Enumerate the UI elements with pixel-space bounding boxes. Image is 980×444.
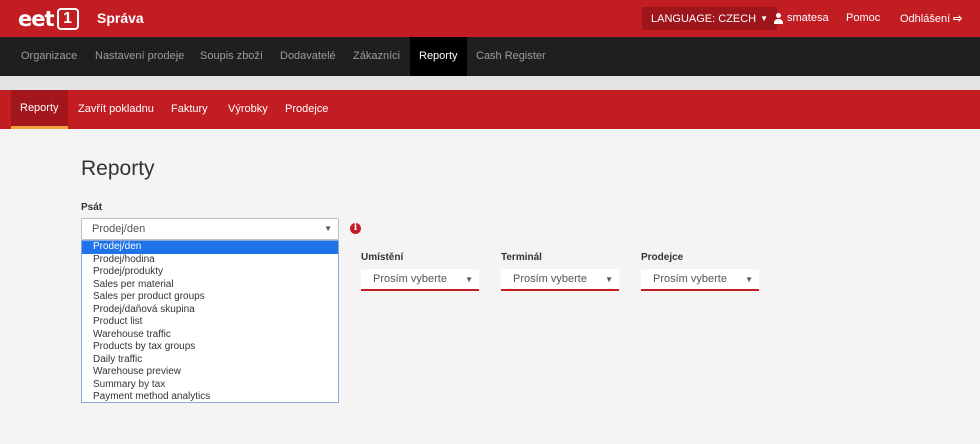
eet-logo[interactable]: eet 1	[18, 6, 79, 31]
report-type-value: Prodej/den	[92, 223, 146, 235]
logo-number: 1	[56, 7, 79, 30]
chevron-down-icon: ▼	[324, 224, 332, 233]
dropdown-option[interactable]: Warehouse traffic	[82, 329, 338, 342]
user-name: smatesa	[787, 12, 829, 24]
page-title: Reporty	[81, 157, 155, 180]
sub-nav: Reporty Zavřít pokladnu Faktury Výrobky …	[0, 90, 980, 129]
seller-value: Prosím vyberte	[653, 273, 727, 285]
dropdown-option[interactable]: Prodej/hodina	[82, 254, 338, 267]
psat-label: Psát	[81, 202, 103, 213]
subnav-item-zavrit-pokladnu[interactable]: Zavřít pokladnu	[69, 90, 163, 129]
dropdown-option[interactable]: Sales per material	[82, 279, 338, 292]
user-icon	[773, 12, 784, 24]
chevron-down-icon: ▼	[605, 275, 613, 284]
main-nav: Organizace Nastavení prodeje Soupis zbož…	[0, 37, 980, 76]
subnav-item-vyrobky[interactable]: Výrobky	[219, 90, 277, 129]
nav-item-zakaznici[interactable]: Zákazníci	[346, 37, 407, 76]
language-label: LANGUAGE: CZECH	[651, 12, 757, 25]
terminal-select[interactable]: Prosím vyberte ▼	[501, 269, 619, 291]
chevron-down-icon: ▼	[760, 14, 769, 23]
logo-text: eet	[18, 6, 55, 31]
location-select[interactable]: Prosím vyberte ▼	[361, 269, 479, 291]
chevron-down-icon: ▼	[745, 275, 753, 284]
report-type-select[interactable]: Prodej/den ▼	[81, 218, 339, 240]
subnav-item-prodejce[interactable]: Prodejce	[276, 90, 337, 129]
terminal-label: Terminál	[501, 252, 542, 263]
location-label: Umístění	[361, 252, 404, 263]
dropdown-option[interactable]: Prodej/den	[82, 241, 338, 254]
dropdown-option[interactable]: Products by tax groups	[82, 341, 338, 354]
help-link[interactable]: Pomoc	[846, 12, 880, 24]
subnav-item-reporty[interactable]: Reporty	[11, 90, 68, 129]
nav-item-reporty[interactable]: Reporty	[410, 37, 467, 76]
terminal-value: Prosím vyberte	[513, 273, 587, 285]
info-icon[interactable]: i	[350, 223, 361, 234]
location-value: Prosím vyberte	[373, 273, 447, 285]
logout-label: Odhlášení	[900, 12, 951, 25]
seller-select[interactable]: Prosím vyberte ▼	[641, 269, 759, 291]
dropdown-option[interactable]: Prodej/produkty	[82, 266, 338, 279]
dropdown-option[interactable]: Warehouse preview	[82, 366, 338, 379]
dropdown-option[interactable]: Payment method analytics	[82, 391, 338, 404]
seller-label: Prodejce	[641, 252, 684, 263]
divider-strip	[0, 76, 980, 90]
app-title: Správa	[97, 10, 144, 26]
dropdown-option[interactable]: Summary by tax	[82, 379, 338, 392]
subnav-item-faktury[interactable]: Faktury	[162, 90, 217, 129]
chevron-down-icon: ▼	[465, 275, 473, 284]
language-dropdown[interactable]: LANGUAGE: CZECH ▼	[642, 7, 778, 30]
nav-item-dodavatele[interactable]: Dodavatelé	[273, 37, 343, 76]
dropdown-option[interactable]: Sales per product groups	[82, 291, 338, 304]
logout-icon: ⇨	[953, 13, 963, 25]
dropdown-option[interactable]: Daily traffic	[82, 354, 338, 367]
nav-item-soupis-zbozi[interactable]: Soupis zboží	[193, 37, 270, 76]
dropdown-option[interactable]: Product list	[82, 316, 338, 329]
dropdown-option[interactable]: Prodej/daňová skupina	[82, 304, 338, 317]
logout-link[interactable]: Odhlášení ⇨	[900, 12, 963, 26]
report-type-dropdown-list: Prodej/den Prodej/hodina Prodej/produkty…	[81, 240, 339, 403]
nav-item-cash-register[interactable]: Cash Register	[469, 37, 553, 76]
nav-item-nastaveni-prodeje[interactable]: Nastavení prodeje	[88, 37, 191, 76]
user-link[interactable]: smatesa	[773, 12, 829, 24]
nav-item-organizace[interactable]: Organizace	[14, 37, 84, 76]
top-header: eet 1 Správa LANGUAGE: CZECH ▼ smatesa P…	[0, 0, 980, 37]
